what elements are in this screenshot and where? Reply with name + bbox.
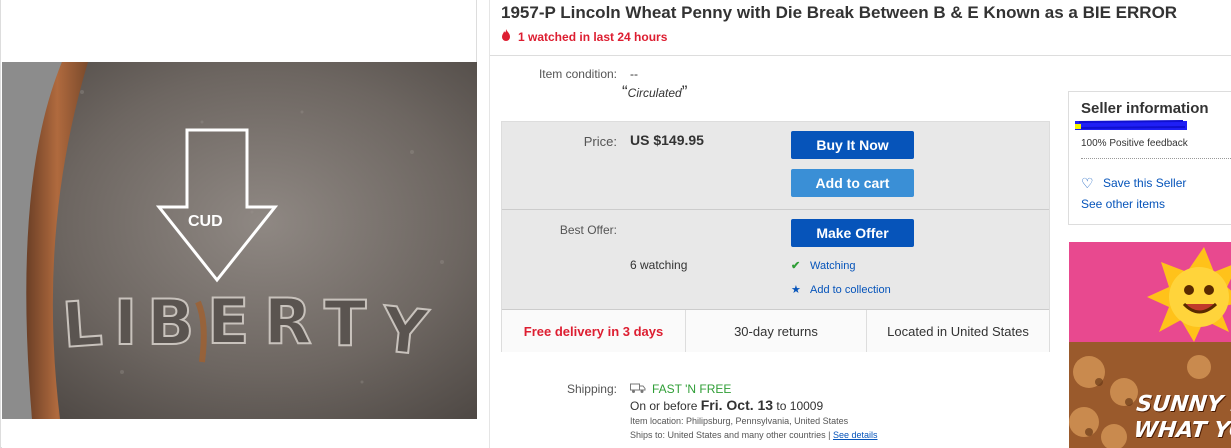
advertisement[interactable]: SUNNY KI WHAT YO (1069, 242, 1231, 448)
save-seller-label: Save this Seller (1103, 176, 1187, 190)
svg-text:R: R (264, 285, 312, 358)
cud-label: CUD (188, 213, 223, 230)
ships-to-text: Ships to: United States and many other c… (630, 430, 831, 440)
close-quote: ” (681, 82, 688, 101)
svg-text:E: E (207, 285, 249, 358)
price-label: Price: (583, 134, 617, 149)
image-panel-footer (2, 419, 477, 448)
fast-free-badge: FAST 'N FREE (630, 382, 731, 396)
add-to-collection-label: Add to collection (810, 284, 891, 296)
offer-section: Best Offer: Make Offer 6 watching ✔ Watch… (502, 210, 1049, 310)
listing-title: 1957-P Lincoln Wheat Penny with Die Brea… (501, 3, 1178, 22)
purchase-box: Price: US $149.95 Buy It Now Add to cart… (501, 121, 1050, 352)
fast-free-text: FAST 'N FREE (652, 382, 732, 396)
free-delivery-highlight: Free delivery in 3 days (502, 310, 686, 352)
svg-text:T: T (324, 287, 366, 360)
delivery-zip: to 10009 (776, 399, 824, 413)
add-to-cart-button[interactable]: Add to cart (791, 169, 914, 197)
watching-count: 6 watching (630, 258, 688, 272)
best-offer-label: Best Offer: (559, 223, 617, 237)
heart-icon: ♡ (1081, 175, 1094, 191)
watching-link[interactable]: ✔ Watching (791, 259, 855, 272)
flame-icon (501, 29, 512, 44)
star-icon: ★ (791, 284, 801, 296)
price-section: Price: US $149.95 Buy It Now Add to cart (502, 122, 1049, 209)
seller-info-title: Seller information (1081, 100, 1209, 117)
watched-text: 1 watched in last 24 hours (518, 30, 668, 44)
watching-link-label: Watching (810, 260, 856, 272)
make-offer-button[interactable]: Make Offer (791, 219, 914, 247)
seller-divider (1081, 158, 1231, 159)
ad-line-2: WHAT YO (1132, 418, 1231, 443)
delivery-date: Fri. Oct. 13 (700, 397, 774, 413)
shipping-label: Shipping: (566, 382, 617, 396)
see-details-link[interactable]: See details (833, 430, 878, 440)
buy-it-now-button[interactable]: Buy It Now (791, 131, 914, 159)
title-divider (490, 55, 1231, 56)
positive-feedback: 100% Positive feedback (1081, 138, 1188, 149)
add-to-collection-link[interactable]: ★ Add to collection (791, 283, 891, 296)
svg-text:L: L (60, 286, 105, 362)
price-value: US $149.95 (630, 132, 704, 148)
ships-to: Ships to: United States and many other c… (630, 430, 878, 440)
highlights-bar: Free delivery in 3 days 30-day returns L… (502, 310, 1049, 352)
svg-text:Y: Y (377, 292, 431, 370)
watched-indicator: 1 watched in last 24 hours (501, 29, 667, 44)
location-highlight: Located in United States (887, 323, 1029, 339)
on-or-before-text: On or before (630, 399, 698, 413)
svg-text:B: B (147, 286, 194, 359)
redacted-seller-name (1075, 120, 1187, 130)
see-other-items-link[interactable]: See other items (1081, 197, 1165, 211)
checkmark-icon: ✔ (791, 260, 801, 272)
condition-label: Item condition: (538, 67, 617, 81)
seller-info-box: Seller information 100% Positive feedbac… (1068, 91, 1231, 225)
save-seller-link[interactable]: ♡ Save this Seller (1081, 175, 1186, 192)
condition-value: -- (630, 67, 638, 81)
delivery-estimate: On or before Fri. Oct. 13 to 10009 (630, 397, 823, 413)
ad-line-1: SUNNY KI (1135, 392, 1231, 417)
condition-note-text: Circulated (627, 86, 682, 100)
svg-text:I: I (114, 286, 137, 359)
item-location: Item location: Philipsburg, Pennsylvania… (630, 416, 849, 426)
returns-highlight: 30-day returns (686, 310, 867, 352)
item-photo[interactable]: L I B E R T Y CUD (2, 62, 477, 419)
ad-headline: SUNNY KI WHAT YO (1132, 392, 1231, 444)
item-image-panel[interactable]: L I B E R T Y CUD (0, 0, 477, 448)
condition-note: “Circulated” (622, 82, 687, 102)
truck-icon (630, 383, 646, 394)
